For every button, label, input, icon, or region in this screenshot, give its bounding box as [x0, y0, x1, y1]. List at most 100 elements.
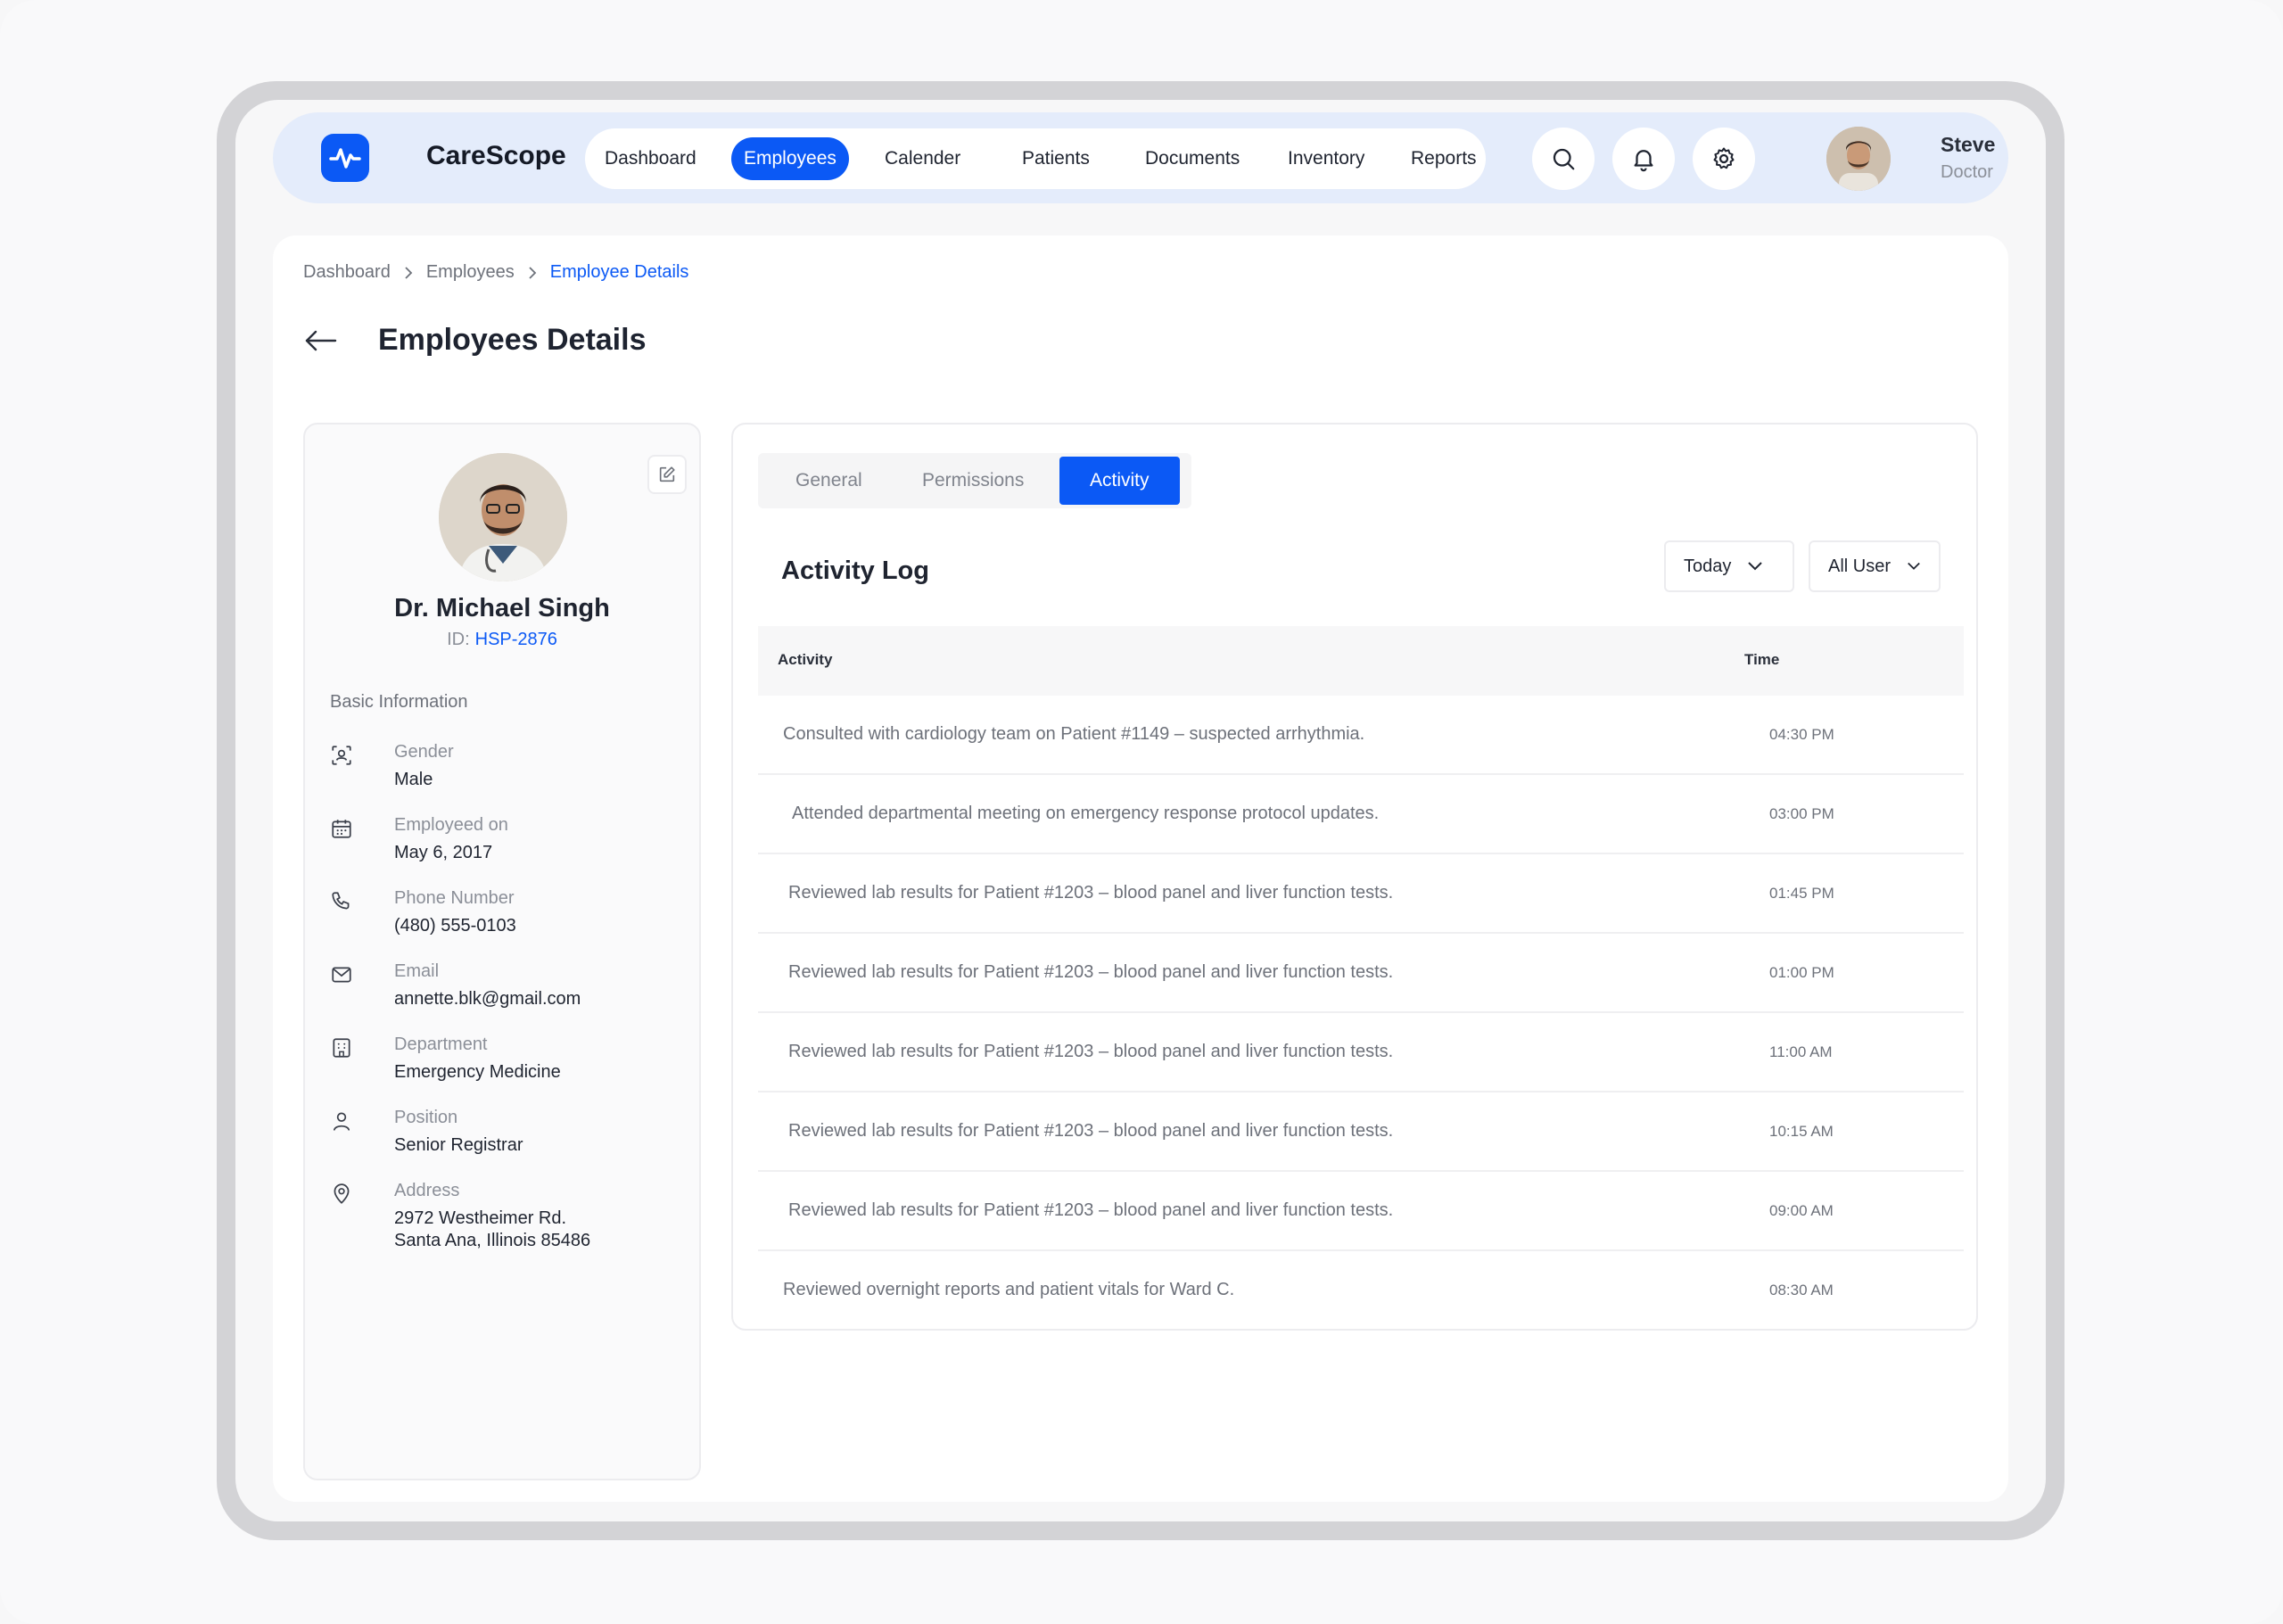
activity-time: 03:00 PM — [1769, 805, 1834, 822]
activity-table-header: Activity Time — [758, 626, 1964, 696]
activity-text: Attended departmental meeting on emergen… — [792, 804, 1380, 823]
table-row[interactable]: Reviewed lab results for Patient #1203 –… — [758, 854, 1964, 934]
activity-time: 01:00 PM — [1769, 964, 1834, 981]
user-filter-value: All User — [1828, 556, 1892, 576]
activity-text: Reviewed lab results for Patient #1203 –… — [788, 1042, 1394, 1061]
search-icon — [1553, 148, 1575, 170]
table-row[interactable]: Consulted with cardiology team on Patien… — [758, 696, 1964, 775]
nav-employees[interactable]: Employees — [731, 137, 849, 180]
location-icon — [334, 1183, 350, 1204]
info-value: annette.blk@gmail.com — [394, 989, 581, 1009]
info-label: Department — [394, 1035, 488, 1054]
activity-text: Consulted with cardiology team on Patien… — [783, 724, 1365, 744]
calendar-icon — [332, 820, 351, 838]
table-row[interactable]: Reviewed lab results for Patient #1203 –… — [758, 934, 1964, 1013]
info-value: Emergency Medicine — [394, 1062, 561, 1082]
info-label: Employeed on — [394, 815, 508, 835]
employee-photo — [439, 453, 567, 581]
nav-calender[interactable]: Calender — [872, 137, 973, 180]
brand-name: CareScope — [426, 141, 566, 170]
table-row[interactable]: Reviewed overnight reports and patient v… — [758, 1251, 1964, 1331]
back-arrow-icon[interactable] — [303, 326, 339, 355]
user-role: Doctor — [1941, 162, 1993, 182]
activity-panel: General Permissions Activity Activity Lo… — [731, 423, 1978, 1331]
breadcrumb-employees[interactable]: Employees — [426, 262, 515, 283]
basic-info-title: Basic Information — [330, 692, 468, 712]
column-activity: Activity — [778, 651, 833, 668]
breadcrumb-employee-details: Employee Details — [549, 262, 689, 282]
user-name: Steve — [1941, 133, 1996, 156]
page-title: Employees Details — [378, 323, 647, 357]
activity-time: 10:15 AM — [1769, 1123, 1834, 1140]
tab-activity[interactable]: Activity — [1059, 457, 1180, 505]
employee-id-value: HSP-2876 — [474, 630, 557, 649]
date-filter-value: Today — [1684, 556, 1732, 576]
table-row[interactable]: Reviewed lab results for Patient #1203 –… — [758, 1013, 1964, 1092]
edit-profile-button[interactable] — [647, 455, 687, 494]
breadcrumb-dashboard[interactable]: Dashboard — [303, 262, 391, 283]
info-label: Position — [394, 1108, 458, 1127]
table-row[interactable]: Reviewed lab results for Patient #1203 –… — [758, 1172, 1964, 1251]
tab-general[interactable]: General — [765, 457, 893, 505]
tab-permissions[interactable]: Permissions — [892, 457, 1054, 505]
search-button[interactable] — [1532, 128, 1595, 190]
info-value: Senior Registrar — [394, 1135, 523, 1155]
activity-time: 04:30 PM — [1769, 726, 1834, 743]
user-avatar[interactable] — [1826, 127, 1891, 191]
activity-log-title: Activity Log — [781, 556, 929, 585]
info-value: Male — [394, 770, 433, 789]
chevron-down-icon — [1908, 562, 1920, 570]
chevron-right-icon — [529, 266, 537, 279]
chevron-right-icon — [405, 266, 413, 279]
main-nav: Dashboard Employees Calender Patients Do… — [585, 128, 1486, 189]
column-time: Time — [1744, 651, 1780, 668]
bell-icon — [1634, 150, 1653, 172]
nav-patients[interactable]: Patients — [1010, 137, 1102, 180]
info-value: May 6, 2017 — [394, 843, 493, 862]
info-value: 2972 Westheimer Rd. Santa Ana, Illinois 8… — [394, 1208, 590, 1252]
employee-name: Dr. Michael Singh — [394, 594, 610, 622]
activity-time: 01:45 PM — [1769, 885, 1834, 902]
nav-inventory[interactable]: Inventory — [1275, 137, 1377, 180]
employee-id: ID: HSP-2876 — [305, 630, 699, 650]
logo-icon[interactable] — [321, 134, 369, 182]
info-label: Gender — [394, 742, 454, 762]
activity-text: Reviewed lab results for Patient #1203 –… — [788, 883, 1394, 903]
notifications-button[interactable] — [1612, 128, 1675, 190]
breadcrumb: Dashboard Employees Employee Details — [303, 262, 688, 283]
address-line-1: 2972 Westheimer Rd. — [394, 1208, 567, 1228]
info-label: Address — [394, 1181, 460, 1200]
info-value: (480) 555-0103 — [394, 916, 516, 936]
info-label: Email — [394, 961, 440, 981]
building-icon — [333, 1038, 350, 1058]
mail-icon — [332, 967, 351, 983]
table-row[interactable]: Attended departmental meeting on emergen… — [758, 775, 1964, 854]
profile-card: Dr. Michael Singh ID: HSP-2876 Basic Info… — [303, 423, 701, 1480]
activity-text: Reviewed overnight reports and patient v… — [783, 1280, 1235, 1299]
gender-icon — [332, 746, 351, 765]
gear-icon — [1713, 147, 1735, 169]
nav-dashboard[interactable]: Dashboard — [592, 137, 709, 180]
person-icon — [334, 1112, 350, 1131]
settings-button[interactable] — [1693, 128, 1755, 190]
activity-time: 08:30 AM — [1769, 1282, 1834, 1298]
top-navigation-bar: CareScope Dashboard Employees Calender P… — [273, 112, 2008, 203]
chevron-down-icon — [1748, 562, 1763, 571]
table-row[interactable]: Reviewed lab results for Patient #1203 –… — [758, 1092, 1964, 1172]
date-filter-dropdown[interactable]: Today — [1664, 540, 1794, 592]
nav-documents[interactable]: Documents — [1133, 137, 1252, 180]
activity-text: Reviewed lab results for Patient #1203 –… — [788, 1121, 1394, 1141]
employee-id-label: ID: — [447, 630, 470, 649]
activity-text: Reviewed lab results for Patient #1203 –… — [788, 1200, 1394, 1220]
activity-time: 11:00 AM — [1769, 1043, 1833, 1060]
nav-reports[interactable]: Reports — [1398, 137, 1489, 180]
phone-icon — [332, 892, 350, 910]
user-filter-dropdown[interactable]: All User — [1809, 540, 1941, 592]
info-label: Phone Number — [394, 888, 515, 908]
detail-tabs: General Permissions Activity — [758, 453, 1191, 508]
main-content: Dashboard Employees Employee Details Emp… — [273, 235, 2008, 1502]
activity-text: Reviewed lab results for Patient #1203 –… — [788, 962, 1394, 982]
app-screen: CareScope Dashboard Employees Calender P… — [235, 100, 2046, 1521]
address-line-2: Santa Ana, Illinois 85486 — [394, 1231, 591, 1250]
edit-icon — [659, 466, 675, 482]
